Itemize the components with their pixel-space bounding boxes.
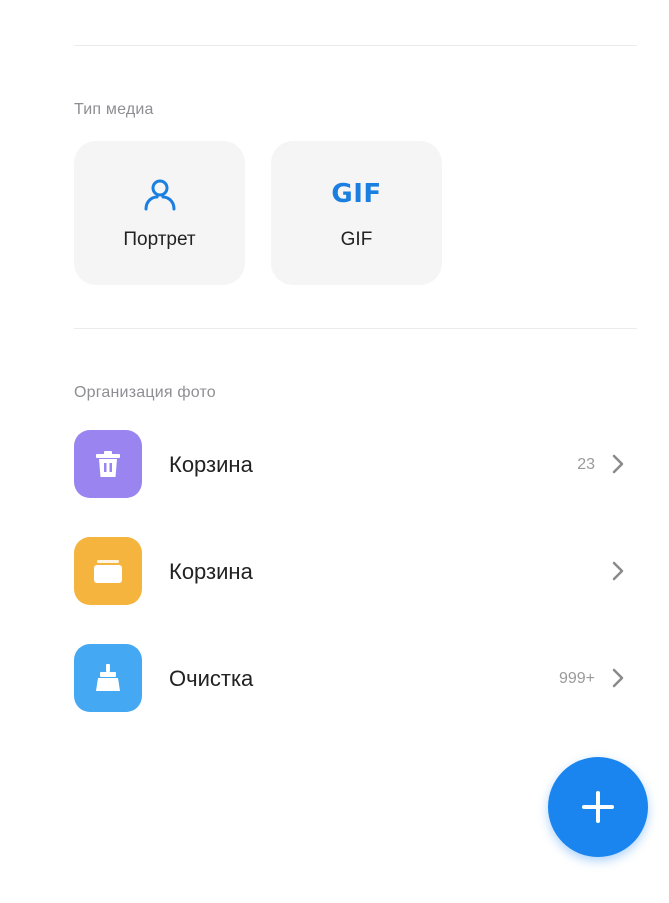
list-item-trash-count: 23 (577, 456, 595, 473)
gif-icon: GIF (271, 177, 442, 211)
media-card-gif-label: GIF (340, 229, 373, 250)
chevron-right-icon (609, 559, 627, 583)
photo-organization-section-label: Организация фото (74, 384, 216, 401)
plus-icon (582, 791, 614, 823)
list-item-cleaner-count: 999+ (558, 670, 595, 687)
add-button[interactable] (548, 757, 648, 857)
list-item-trash-label: Корзина (169, 452, 253, 477)
chevron-right-icon (609, 666, 627, 690)
list-item-cleaner[interactable]: Очистка 999+ (74, 644, 637, 712)
chevron-right-icon (609, 452, 627, 476)
media-card-portrait[interactable]: Портрет (74, 141, 245, 285)
person-outline-icon (74, 177, 245, 211)
gif-icon-text: GIF (331, 179, 382, 209)
trash-icon (74, 430, 142, 498)
top-divider (74, 45, 637, 46)
folder-icon (74, 537, 142, 605)
list-item-folder-label: Корзина (169, 559, 253, 584)
media-type-section-label: Тип медиа (74, 101, 154, 118)
media-card-gif[interactable]: GIF GIF (271, 141, 442, 285)
list-item-cleaner-label: Очистка (169, 666, 254, 691)
list-item-folder[interactable]: Корзина (74, 537, 637, 605)
broom-icon (74, 644, 142, 712)
media-card-portrait-label: Портрет (123, 229, 196, 250)
middle-divider (74, 328, 637, 329)
list-item-trash[interactable]: Корзина 23 (74, 430, 637, 498)
